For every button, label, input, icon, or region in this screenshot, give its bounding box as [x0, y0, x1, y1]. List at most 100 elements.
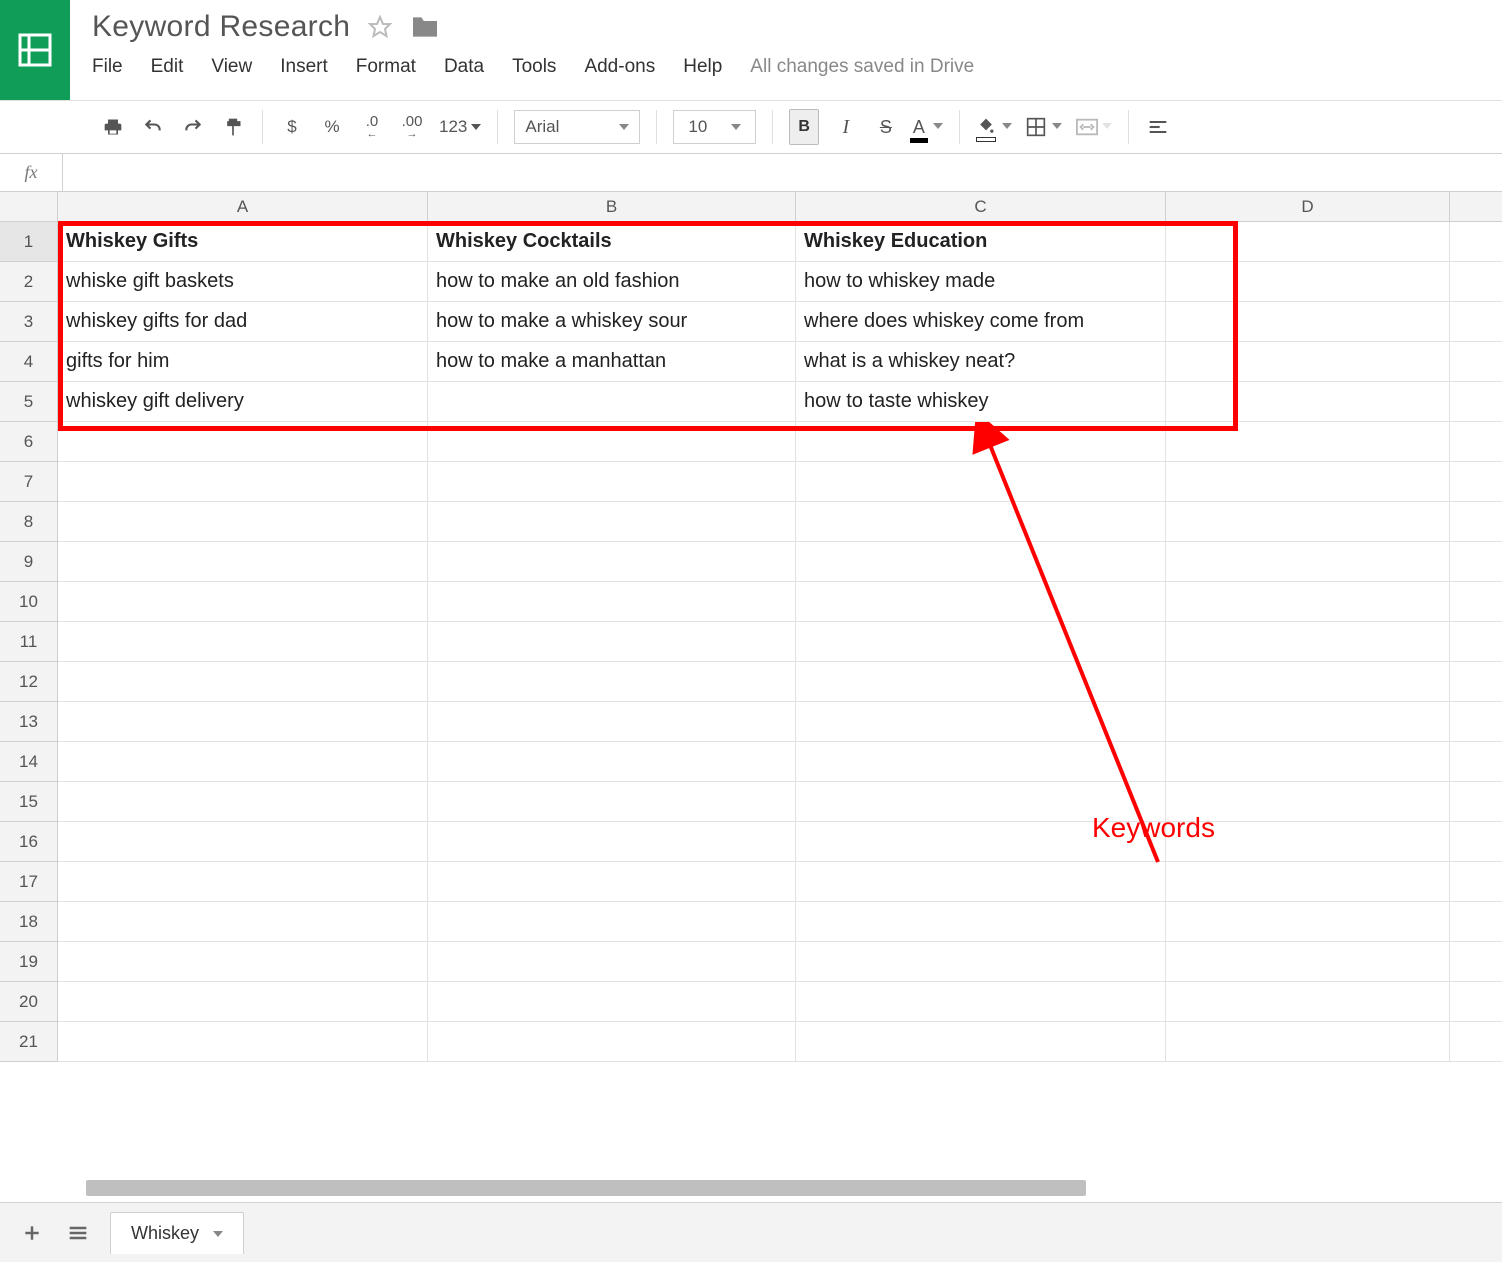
- doc-title[interactable]: Keyword Research: [92, 10, 350, 44]
- menu-view[interactable]: View: [211, 56, 252, 78]
- cell[interactable]: [1166, 342, 1450, 382]
- cell[interactable]: where does whiskey come from: [796, 302, 1166, 342]
- cell[interactable]: [1166, 942, 1450, 982]
- cell[interactable]: [428, 542, 796, 582]
- cell[interactable]: [1450, 822, 1502, 862]
- row-header[interactable]: 15: [0, 782, 58, 822]
- menu-addons[interactable]: Add-ons: [584, 56, 655, 78]
- cell[interactable]: [428, 862, 796, 902]
- cell[interactable]: [428, 382, 796, 422]
- borders-button[interactable]: [1026, 109, 1062, 145]
- formula-input[interactable]: [63, 154, 1502, 191]
- cell[interactable]: [796, 742, 1166, 782]
- cell[interactable]: [1166, 222, 1450, 262]
- cell[interactable]: [58, 822, 428, 862]
- select-all-corner[interactable]: [0, 192, 58, 222]
- cell[interactable]: [428, 942, 796, 982]
- cell[interactable]: [1166, 262, 1450, 302]
- cell[interactable]: [1450, 902, 1502, 942]
- cell[interactable]: [1450, 342, 1502, 382]
- row-header[interactable]: 18: [0, 902, 58, 942]
- cell[interactable]: [796, 622, 1166, 662]
- fill-color-button[interactable]: [976, 109, 1012, 145]
- undo-icon[interactable]: [140, 109, 166, 145]
- cell[interactable]: [428, 582, 796, 622]
- cell[interactable]: how to make a whiskey sour: [428, 302, 796, 342]
- row-header[interactable]: 16: [0, 822, 58, 862]
- cell[interactable]: [796, 582, 1166, 622]
- col-header-c[interactable]: C: [796, 192, 1166, 222]
- menu-data[interactable]: Data: [444, 56, 484, 78]
- cell[interactable]: [1450, 222, 1502, 262]
- cell[interactable]: [1450, 582, 1502, 622]
- folder-icon[interactable]: [410, 15, 440, 39]
- cell[interactable]: [428, 1022, 796, 1062]
- cell[interactable]: [796, 702, 1166, 742]
- cell[interactable]: [1166, 622, 1450, 662]
- cell[interactable]: [796, 502, 1166, 542]
- decrease-decimal-button[interactable]: .0←: [359, 109, 385, 145]
- row-header[interactable]: 10: [0, 582, 58, 622]
- cell[interactable]: [1450, 702, 1502, 742]
- cell[interactable]: [1166, 662, 1450, 702]
- font-select[interactable]: Arial: [514, 110, 640, 144]
- cell[interactable]: how to make a manhattan: [428, 342, 796, 382]
- cell[interactable]: [796, 422, 1166, 462]
- cell[interactable]: [1166, 382, 1450, 422]
- cell[interactable]: whiske gift baskets: [58, 262, 428, 302]
- row-header[interactable]: 13: [0, 702, 58, 742]
- cell[interactable]: [58, 982, 428, 1022]
- cell[interactable]: [1450, 742, 1502, 782]
- cell[interactable]: [428, 782, 796, 822]
- cell[interactable]: what is a whiskey neat?: [796, 342, 1166, 382]
- cell[interactable]: [1450, 942, 1502, 982]
- cell[interactable]: [1166, 702, 1450, 742]
- all-sheets-button[interactable]: [64, 1219, 92, 1247]
- currency-button[interactable]: $: [279, 109, 305, 145]
- text-color-button[interactable]: A: [913, 109, 943, 145]
- cell[interactable]: [1450, 662, 1502, 702]
- cell[interactable]: [58, 942, 428, 982]
- cell[interactable]: how to whiskey made: [796, 262, 1166, 302]
- cell[interactable]: [58, 902, 428, 942]
- cell[interactable]: [58, 662, 428, 702]
- cell[interactable]: [58, 502, 428, 542]
- paint-format-icon[interactable]: [220, 109, 246, 145]
- bold-button[interactable]: B: [789, 109, 819, 145]
- cell[interactable]: [428, 662, 796, 702]
- cell[interactable]: [1166, 902, 1450, 942]
- cell[interactable]: [1450, 422, 1502, 462]
- cell[interactable]: [796, 662, 1166, 702]
- menu-file[interactable]: File: [92, 56, 123, 78]
- cell[interactable]: [1166, 982, 1450, 1022]
- row-header[interactable]: 7: [0, 462, 58, 502]
- percent-button[interactable]: %: [319, 109, 345, 145]
- cell[interactable]: [1166, 422, 1450, 462]
- row-header[interactable]: 4: [0, 342, 58, 382]
- menu-format[interactable]: Format: [356, 56, 416, 78]
- merge-cells-button[interactable]: [1076, 109, 1112, 145]
- cell[interactable]: gifts for him: [58, 342, 428, 382]
- row-header[interactable]: 21: [0, 1022, 58, 1062]
- redo-icon[interactable]: [180, 109, 206, 145]
- cell[interactable]: [58, 742, 428, 782]
- row-header[interactable]: 6: [0, 422, 58, 462]
- horizontal-scrollbar[interactable]: [86, 1180, 1086, 1196]
- cell[interactable]: [1450, 862, 1502, 902]
- cell[interactable]: how to make an old fashion: [428, 262, 796, 302]
- cell[interactable]: [1166, 542, 1450, 582]
- row-header[interactable]: 1: [0, 222, 58, 262]
- cell[interactable]: [1450, 462, 1502, 502]
- cell[interactable]: [58, 462, 428, 502]
- cell[interactable]: [1450, 782, 1502, 822]
- col-header-b[interactable]: B: [428, 192, 796, 222]
- cell[interactable]: [58, 622, 428, 662]
- cell[interactable]: [428, 822, 796, 862]
- cell[interactable]: [58, 702, 428, 742]
- cell[interactable]: [428, 422, 796, 462]
- cell[interactable]: Whiskey Education: [796, 222, 1166, 262]
- cell[interactable]: whiskey gift delivery: [58, 382, 428, 422]
- cell[interactable]: [58, 862, 428, 902]
- menu-help[interactable]: Help: [683, 56, 722, 78]
- cell[interactable]: [58, 542, 428, 582]
